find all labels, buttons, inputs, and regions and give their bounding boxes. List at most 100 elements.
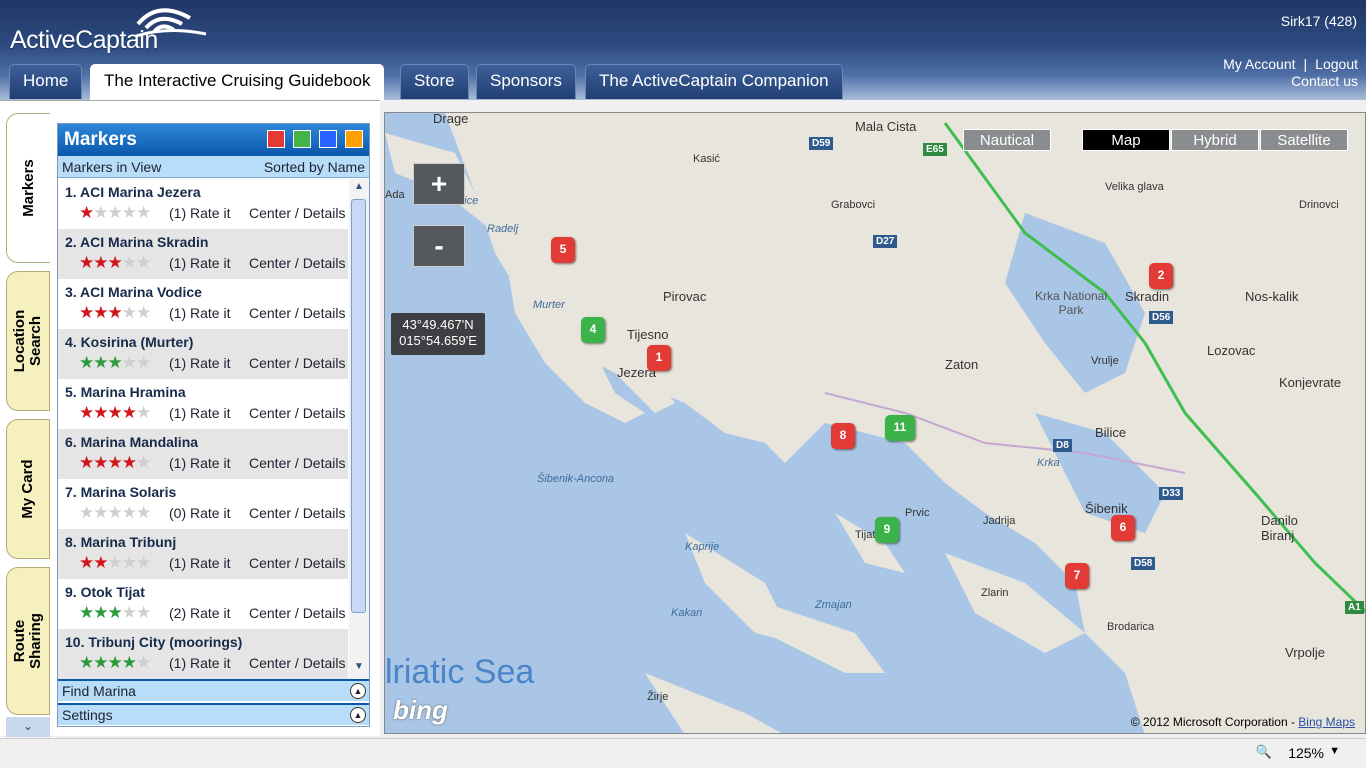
center-details-link[interactable]: Center / Details bbox=[249, 255, 345, 271]
marker-list-item[interactable]: 5. Marina Hramina ★★★★★ (1) Rate it Center … bbox=[58, 379, 348, 429]
center-details-link[interactable]: Center / Details bbox=[249, 655, 345, 671]
activecaptain-logo[interactable]: ActiveCaptain bbox=[10, 26, 158, 55]
marker-pin[interactable]: 11 bbox=[885, 415, 915, 441]
tab-interactive-cruising-guidebook[interactable]: The Interactive Cruising Guidebook bbox=[90, 64, 385, 101]
expand-up-icon[interactable]: ▲ bbox=[350, 683, 366, 699]
star-icon[interactable]: ★ bbox=[122, 653, 137, 672]
rate-it-link[interactable]: (1) Rate it bbox=[169, 455, 230, 471]
star-icon[interactable]: ★ bbox=[108, 453, 123, 472]
star-icon[interactable]: ★ bbox=[79, 253, 94, 272]
map-type-hybrid[interactable]: Hybrid bbox=[1171, 129, 1259, 151]
rate-it-link[interactable]: (1) Rate it bbox=[169, 405, 230, 421]
star-icon[interactable]: ★ bbox=[108, 653, 123, 672]
center-details-link[interactable]: Center / Details bbox=[249, 355, 345, 371]
marker-name[interactable]: 5. Marina Hramina bbox=[65, 384, 348, 404]
star-icon[interactable]: ★ bbox=[136, 453, 151, 472]
blue-filter-toggle[interactable] bbox=[319, 130, 337, 148]
center-details-link[interactable]: Center / Details bbox=[249, 305, 345, 321]
center-details-link[interactable]: Center / Details bbox=[249, 605, 345, 621]
marker-pin[interactable]: 4 bbox=[581, 317, 605, 343]
star-icon[interactable]: ★ bbox=[79, 553, 94, 572]
find-marina-bar[interactable]: Find Marina ▲ bbox=[58, 679, 369, 701]
marker-list-item[interactable]: 9. Otok Tijat ★★★★★ (2) Rate it Center / De… bbox=[58, 579, 348, 629]
zoom-out-button[interactable]: - bbox=[413, 225, 465, 267]
star-icon[interactable]: ★ bbox=[136, 503, 151, 522]
star-rating-icon[interactable]: ★★★★★ bbox=[79, 553, 151, 572]
marker-list-item[interactable]: 2. ACI Marina Skradin ★★★★★ (1) Rate it Cen… bbox=[58, 229, 348, 279]
rate-it-link[interactable]: (1) Rate it bbox=[169, 655, 230, 671]
marker-name[interactable]: 4. Kosirina (Murter) bbox=[65, 334, 348, 354]
star-icon[interactable]: ★ bbox=[108, 553, 123, 572]
star-icon[interactable]: ★ bbox=[108, 253, 123, 272]
star-icon[interactable]: ★ bbox=[108, 503, 123, 522]
map-view[interactable]: Mala Cista Kasić Grabovci Velika glava D… bbox=[384, 112, 1366, 734]
star-icon[interactable]: ★ bbox=[108, 603, 123, 622]
star-icon[interactable]: ★ bbox=[79, 603, 94, 622]
marker-pin[interactable]: 7 bbox=[1065, 563, 1089, 589]
marker-pin[interactable]: 8 bbox=[831, 423, 855, 449]
marker-list-item[interactable]: 3. ACI Marina Vodice ★★★★★ (1) Rate it Cent… bbox=[58, 279, 348, 329]
star-icon[interactable]: ★ bbox=[122, 553, 137, 572]
marker-name[interactable]: 8. Marina Tribunj bbox=[65, 534, 348, 554]
expand-up-icon[interactable]: ▲ bbox=[350, 707, 366, 723]
scroll-up-icon[interactable]: ▲ bbox=[351, 181, 367, 197]
vtab-route-sharing[interactable]: Route Sharing bbox=[6, 567, 50, 715]
bing-maps-link[interactable]: Bing Maps bbox=[1298, 715, 1355, 729]
star-icon[interactable]: ★ bbox=[136, 353, 151, 372]
star-icon[interactable]: ★ bbox=[93, 603, 108, 622]
star-icon[interactable]: ★ bbox=[108, 203, 123, 222]
marker-list-item[interactable]: 1. ACI Marina Jezera ★★★★★ (1) Rate it Cent… bbox=[58, 179, 348, 229]
marker-pin[interactable]: 1 bbox=[647, 345, 671, 371]
star-icon[interactable]: ★ bbox=[136, 603, 151, 622]
tab-store[interactable]: Store bbox=[400, 64, 469, 99]
star-icon[interactable]: ★ bbox=[122, 503, 137, 522]
map-type-nautical[interactable]: Nautical bbox=[963, 129, 1051, 151]
star-icon[interactable]: ★ bbox=[93, 403, 108, 422]
star-rating-icon[interactable]: ★★★★★ bbox=[79, 353, 151, 372]
star-icon[interactable]: ★ bbox=[93, 453, 108, 472]
star-icon[interactable]: ★ bbox=[136, 203, 151, 222]
star-icon[interactable]: ★ bbox=[79, 653, 94, 672]
vtab-my-card[interactable]: My Card bbox=[6, 419, 50, 559]
star-icon[interactable]: ★ bbox=[108, 403, 123, 422]
star-rating-icon[interactable]: ★★★★★ bbox=[79, 653, 151, 672]
rate-it-link[interactable]: (0) Rate it bbox=[169, 505, 230, 521]
marker-pin[interactable]: 6 bbox=[1111, 515, 1135, 541]
marker-list-item[interactable]: 8. Marina Tribunj ★★★★★ (1) Rate it Center … bbox=[58, 529, 348, 579]
star-rating-icon[interactable]: ★★★★★ bbox=[79, 503, 151, 522]
marker-list-item[interactable]: 10. Tribunj City (moorings) ★★★★★ (1) Rate… bbox=[58, 629, 348, 679]
marker-name[interactable]: 3. ACI Marina Vodice bbox=[65, 284, 348, 304]
green-filter-toggle[interactable] bbox=[293, 130, 311, 148]
rate-it-link[interactable]: (1) Rate it bbox=[169, 355, 230, 371]
marker-list-item[interactable]: 4. Kosirina (Murter) ★★★★★ (1) Rate it Cent… bbox=[58, 329, 348, 379]
star-icon[interactable]: ★ bbox=[122, 403, 137, 422]
center-details-link[interactable]: Center / Details bbox=[249, 555, 345, 571]
star-icon[interactable]: ★ bbox=[136, 303, 151, 322]
vtab-markers[interactable]: Markers bbox=[6, 113, 50, 263]
logout-link[interactable]: Logout bbox=[1315, 56, 1358, 72]
rate-it-link[interactable]: (1) Rate it bbox=[169, 305, 230, 321]
marker-pin[interactable]: 5 bbox=[551, 237, 575, 263]
star-icon[interactable]: ★ bbox=[122, 303, 137, 322]
star-icon[interactable]: ★ bbox=[136, 553, 151, 572]
star-icon[interactable]: ★ bbox=[93, 653, 108, 672]
chevron-down-icon[interactable]: ⌄ bbox=[6, 717, 50, 737]
marker-name[interactable]: 7. Marina Solaris bbox=[65, 484, 348, 504]
marker-list-scrollbar[interactable]: ▲ ▼ bbox=[349, 179, 369, 679]
sort-order-link[interactable]: Sorted by Name bbox=[264, 159, 365, 175]
star-icon[interactable]: ★ bbox=[122, 453, 137, 472]
red-filter-toggle[interactable] bbox=[267, 130, 285, 148]
orange-filter-toggle[interactable] bbox=[345, 130, 363, 148]
star-icon[interactable]: ★ bbox=[79, 303, 94, 322]
zoom-level[interactable]: 125% bbox=[1288, 745, 1324, 761]
star-icon[interactable]: ★ bbox=[122, 253, 137, 272]
star-icon[interactable]: ★ bbox=[79, 203, 94, 222]
star-icon[interactable]: ★ bbox=[79, 403, 94, 422]
scroll-down-icon[interactable]: ▼ bbox=[351, 661, 367, 677]
star-rating-icon[interactable]: ★★★★★ bbox=[79, 253, 151, 272]
star-icon[interactable]: ★ bbox=[93, 303, 108, 322]
star-icon[interactable]: ★ bbox=[93, 253, 108, 272]
map-type-map[interactable]: Map bbox=[1082, 129, 1170, 151]
center-details-link[interactable]: Center / Details bbox=[249, 205, 345, 221]
star-icon[interactable]: ★ bbox=[93, 553, 108, 572]
